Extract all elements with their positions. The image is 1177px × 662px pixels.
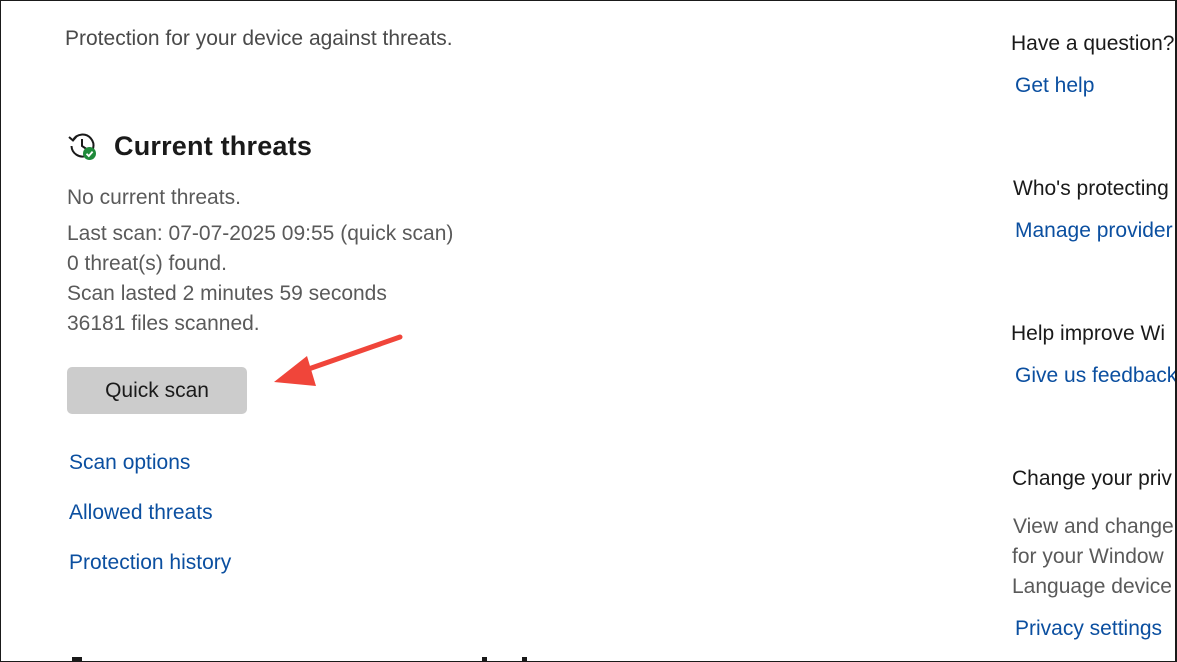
- scan-options-link[interactable]: Scan options: [69, 451, 190, 475]
- threats-found-count: 0 threat(s) found.: [67, 252, 227, 275]
- privacy-description-line-2: for your Window: [1012, 545, 1164, 568]
- privacy-description-line-1: View and change: [1013, 515, 1174, 538]
- privacy-description-line-3: Language device: [1012, 575, 1172, 598]
- page-subtitle: Protection for your device against threa…: [65, 27, 453, 50]
- quick-scan-button[interactable]: Quick scan: [67, 367, 247, 414]
- allowed-threats-link[interactable]: Allowed threats: [69, 501, 213, 525]
- section-title-current-threats: Current threats: [114, 131, 313, 161]
- last-scan-info: Last scan: 07-07-2025 09:55 (quick scan): [67, 222, 454, 245]
- sidebar-privacy-title: Change your priv: [1012, 467, 1172, 490]
- get-help-link[interactable]: Get help: [1015, 74, 1094, 98]
- history-clock-check-icon: [67, 131, 97, 161]
- manage-providers-link[interactable]: Manage provider: [1015, 219, 1175, 243]
- threat-status: No current threats.: [67, 186, 241, 209]
- protection-history-link[interactable]: Protection history: [69, 551, 231, 575]
- sidebar-improve-title: Help improve Wi: [1011, 322, 1166, 345]
- scan-duration: Scan lasted 2 minutes 59 seconds: [67, 282, 387, 305]
- clipped-next-section-remnant: [62, 655, 542, 661]
- privacy-settings-link[interactable]: Privacy settings: [1015, 617, 1162, 641]
- files-scanned-count: 36181 files scanned.: [67, 312, 260, 335]
- annotation-arrow-icon: [274, 334, 403, 386]
- sidebar-question-title: Have a question?: [1011, 32, 1175, 55]
- give-feedback-link[interactable]: Give us feedback: [1015, 364, 1175, 388]
- sidebar-protecting-title: Who's protecting: [1013, 177, 1169, 200]
